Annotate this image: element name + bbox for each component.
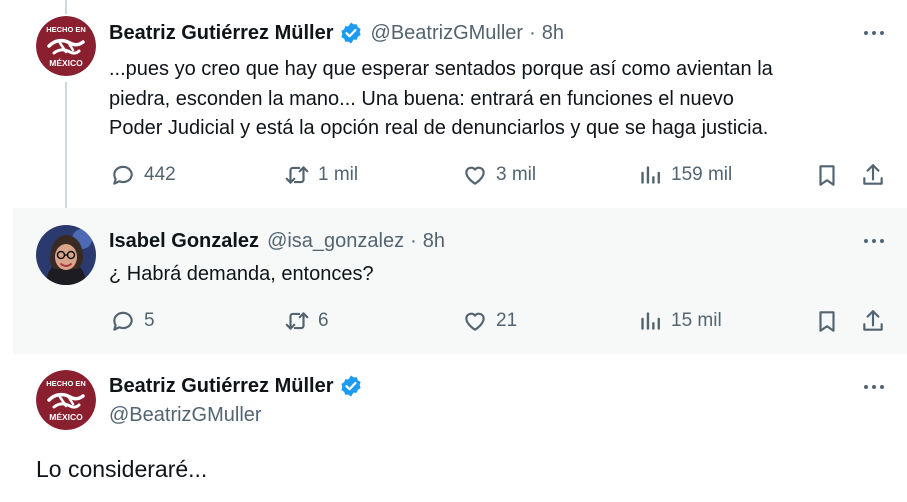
tweet-header: Beatriz Gutiérrez Müller @BeatrizGMuller… bbox=[109, 21, 564, 45]
timestamp[interactable]: 8h bbox=[542, 21, 564, 45]
repost-count: 6 bbox=[318, 310, 329, 331]
tweet-3[interactable]: HECHO EN MÉXICO Beatriz Gutiérrez Müller… bbox=[0, 354, 907, 502]
tweet-header: Isabel Gonzalez @isa_gonzalez · 8h bbox=[109, 229, 445, 253]
author-name[interactable]: Beatriz Gutiérrez Müller bbox=[109, 21, 334, 45]
share-icon bbox=[863, 164, 883, 185]
tweet-text: Lo consideraré... bbox=[36, 456, 208, 482]
bookmark-button[interactable] bbox=[814, 306, 840, 336]
views-button[interactable]: 159 mil bbox=[637, 160, 732, 190]
like-button[interactable]: 3 mil bbox=[462, 160, 536, 190]
tweet-text: ¿ Habrá demanda, entonces? bbox=[109, 260, 374, 290]
like-count: 21 bbox=[496, 310, 518, 331]
timestamp[interactable]: 8h bbox=[423, 229, 445, 253]
author-handle[interactable]: @BeatrizGMuller bbox=[109, 404, 262, 427]
reply-button[interactable]: 442 bbox=[110, 160, 176, 190]
verified-badge-icon[interactable] bbox=[339, 374, 363, 398]
author-name[interactable]: Beatriz Gutiérrez Müller bbox=[109, 374, 334, 398]
svg-text:MÉXICO: MÉXICO bbox=[49, 58, 83, 68]
views-button[interactable]: 15 mil bbox=[637, 306, 722, 336]
author-name[interactable]: Isabel Gonzalez bbox=[109, 229, 259, 253]
svg-text:MÉXICO: MÉXICO bbox=[49, 412, 83, 422]
tweet-text-line: ...pues yo creo que hay que esperar sent… bbox=[109, 58, 773, 80]
tweet-text-line: piedra, esconden la mano... Una buena: e… bbox=[109, 87, 734, 110]
views-icon bbox=[641, 166, 660, 184]
repost-icon bbox=[285, 166, 309, 184]
svg-text:HECHO EN: HECHO EN bbox=[46, 379, 86, 388]
more-options-button[interactable] bbox=[859, 377, 889, 397]
bookmark-button[interactable] bbox=[814, 160, 840, 190]
reply-icon bbox=[113, 311, 133, 331]
more-icon bbox=[864, 385, 884, 389]
separator-dot: · bbox=[410, 230, 417, 252]
tweet-1[interactable]: HECHO EN MÉXICO Beatriz Gutiérrez Müller… bbox=[0, 0, 907, 208]
tweet-actions: 442 1 mil 3 mil 159 mil bbox=[0, 160, 907, 190]
tweet-2[interactable]: Isabel Gonzalez @isa_gonzalez · 8h ¿ Hab… bbox=[13, 208, 907, 354]
author-handle[interactable]: @isa_gonzalez bbox=[267, 229, 404, 253]
tweet-actions: 5 6 21 15 mil bbox=[13, 306, 907, 336]
bookmark-icon bbox=[819, 311, 835, 332]
like-count: 3 mil bbox=[496, 164, 537, 185]
tweet-text: ...pues yo creo que hay que esperar sent… bbox=[109, 55, 773, 144]
share-button[interactable] bbox=[860, 160, 886, 190]
like-icon bbox=[465, 312, 485, 331]
reply-count: 5 bbox=[144, 310, 155, 331]
share-icon bbox=[863, 310, 883, 331]
views-count: 159 mil bbox=[671, 164, 733, 185]
reply-icon bbox=[113, 165, 133, 185]
reply-count: 442 bbox=[144, 164, 176, 185]
avatar-mexico-logo[interactable]: HECHO EN MÉXICO bbox=[36, 370, 96, 430]
like-icon bbox=[465, 166, 485, 185]
repost-count: 1 mil bbox=[318, 164, 359, 185]
more-options-button[interactable] bbox=[859, 23, 889, 43]
reply-button[interactable]: 5 bbox=[110, 306, 155, 336]
author-handle[interactable]: @BeatrizGMuller bbox=[371, 21, 524, 45]
tweet-text-line: ¿ Habrá demanda, entonces? bbox=[109, 263, 374, 285]
views-icon bbox=[641, 312, 660, 330]
like-button[interactable]: 21 bbox=[462, 306, 517, 336]
more-icon bbox=[864, 31, 884, 35]
more-icon bbox=[864, 239, 884, 243]
repost-button[interactable]: 6 bbox=[284, 306, 329, 336]
tweet-header: Beatriz Gutiérrez Müller bbox=[109, 374, 363, 398]
avatar-isabel[interactable] bbox=[36, 225, 96, 285]
tweet-text-line: Poder Judicial y está la opción real de … bbox=[109, 117, 769, 139]
share-button[interactable] bbox=[860, 306, 886, 336]
views-count: 15 mil bbox=[671, 310, 722, 331]
avatar-mexico-logo[interactable]: HECHO EN MÉXICO bbox=[36, 16, 96, 76]
more-options-button[interactable] bbox=[859, 231, 889, 251]
bookmark-icon bbox=[819, 165, 835, 186]
separator-dot: · bbox=[529, 22, 536, 44]
verified-badge-icon[interactable] bbox=[339, 21, 363, 45]
svg-text:HECHO EN: HECHO EN bbox=[46, 25, 86, 34]
repost-icon bbox=[285, 312, 309, 330]
repost-button[interactable]: 1 mil bbox=[284, 160, 358, 190]
